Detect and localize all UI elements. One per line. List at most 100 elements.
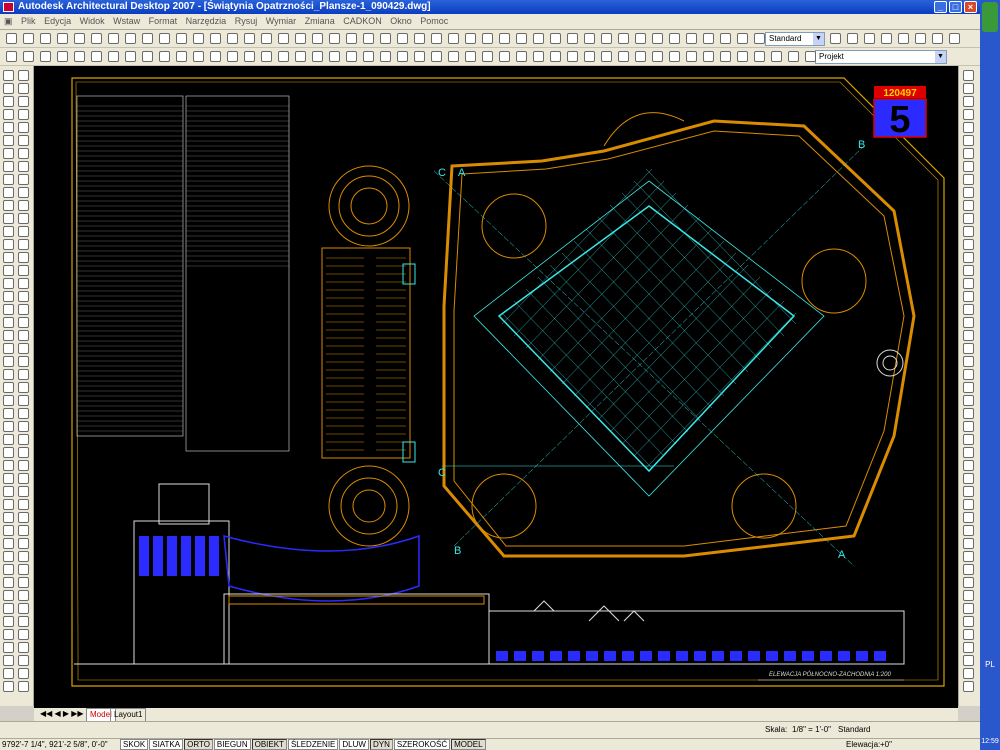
lefttool-tool-button[interactable] [3,356,14,367]
righttool-tool-button[interactable] [963,278,974,289]
tb1-tool-button[interactable] [176,33,187,44]
righttool-tool-button[interactable] [963,460,974,471]
lefttool-tool-button[interactable] [3,499,14,510]
lefttool-tool-button[interactable] [18,551,29,562]
elevation-value[interactable]: +0" [880,739,892,750]
tb2-tool-button[interactable] [91,51,102,62]
lefttool-tool-button[interactable] [3,109,14,120]
lefttool-tool-button[interactable] [18,161,29,172]
tb2-tool-button[interactable] [176,51,187,62]
righttool-tool-button[interactable] [963,252,974,263]
tb1-tool-button[interactable] [74,33,85,44]
tb1-tool-button[interactable] [533,33,544,44]
lefttool-tool-button[interactable] [3,148,14,159]
lefttool-tool-button[interactable] [18,421,29,432]
righttool-tool-button[interactable] [963,603,974,614]
annotation-scale-value[interactable]: 1/8" = 1'-0" [792,725,831,734]
lefttool-tool-button[interactable] [18,226,29,237]
close-button[interactable]: × [964,1,977,13]
tb1-tool-button[interactable] [278,33,289,44]
lefttool-tool-button[interactable] [18,135,29,146]
menu-edycja[interactable]: Edycja [41,14,74,29]
righttool-tool-button[interactable] [963,564,974,575]
lefttool-tool-button[interactable] [18,395,29,406]
lefttool-tool-button[interactable] [3,473,14,484]
tb1-tool-button[interactable] [40,33,51,44]
lefttool-tool-button[interactable] [3,603,14,614]
lefttool-tool-button[interactable] [18,96,29,107]
lefttool-tool-button[interactable] [3,395,14,406]
lefttool-tool-button[interactable] [18,330,29,341]
menu-format[interactable]: Format [146,14,181,29]
tb1-tool-button[interactable] [482,33,493,44]
toggle-dluw[interactable]: DLUW [339,739,369,750]
tb2-tool-button[interactable] [142,51,153,62]
righttool-tool-button[interactable] [963,551,974,562]
tb1-tool-button[interactable] [635,33,646,44]
righttool-tool-button[interactable] [963,265,974,276]
lefttool-tool-button[interactable] [18,525,29,536]
lefttool-tool-button[interactable] [18,369,29,380]
lefttool-tool-button[interactable] [18,668,29,679]
tb2-tool-button[interactable] [23,51,34,62]
tb1-tool-button[interactable] [397,33,408,44]
lefttool-tool-button[interactable] [3,460,14,471]
lefttool-tool-button[interactable] [3,590,14,601]
righttool-tool-button[interactable] [963,369,974,380]
tb1-tool-button[interactable] [261,33,272,44]
tb2-tool-button[interactable] [448,51,459,62]
lefttool-tool-button[interactable] [3,681,14,692]
tb1-tool-button[interactable] [601,33,612,44]
tb2-tool-button[interactable] [618,51,629,62]
tb2-tool-button[interactable] [771,51,782,62]
righttool-tool-button[interactable] [963,330,974,341]
lefttool-tool-button[interactable] [3,161,14,172]
lefttool-tool-button[interactable] [18,70,29,81]
start-button[interactable] [982,2,998,32]
tb1-tool-button[interactable] [703,33,714,44]
tb2-tool-button[interactable] [703,51,714,62]
righttool-tool-button[interactable] [963,525,974,536]
tb1-tool-button[interactable] [108,33,119,44]
lefttool-tool-button[interactable] [18,447,29,458]
tb2-tool-button[interactable] [40,51,51,62]
lefttool-tool-button[interactable] [3,304,14,315]
tb1-tool-button[interactable] [686,33,697,44]
righttool-tool-button[interactable] [963,395,974,406]
tb2-tool-button[interactable] [737,51,748,62]
menu-narzedzia[interactable]: Narzędzia [183,14,230,29]
righttool-tool-button[interactable] [963,161,974,172]
righttool-tool-button[interactable] [963,577,974,588]
lefttool-tool-button[interactable] [3,369,14,380]
righttool-tool-button[interactable] [963,629,974,640]
tb1-tool-button[interactable] [244,33,255,44]
tb2-tool-button[interactable] [601,51,612,62]
lefttool-tool-button[interactable] [18,122,29,133]
lefttool-tool-button[interactable] [18,252,29,263]
righttool-tool-button[interactable] [963,538,974,549]
righttool-tool-button[interactable] [963,421,974,432]
lefttool-tool-button[interactable] [18,408,29,419]
lefttool-tool-button[interactable] [18,174,29,185]
righttool-tool-button[interactable] [963,343,974,354]
menu-okno[interactable]: Okno [387,14,415,29]
tab-scroll-arrows[interactable]: ◀◀ ◀ ▶ ▶▶ [40,708,84,720]
tb2-tool-button[interactable] [584,51,595,62]
righttool-tool-button[interactable] [963,473,974,484]
righttool-tool-button[interactable] [963,213,974,224]
menu-plik[interactable]: Plik [18,14,39,29]
lefttool-tool-button[interactable] [3,629,14,640]
tb2-tool-button[interactable] [227,51,238,62]
lefttool-tool-button[interactable] [3,317,14,328]
righttool-tool-button[interactable] [963,291,974,302]
toggle-orto[interactable]: ORTO [184,739,213,750]
command-line[interactable]: Skala: 1/8" = 1'-0" Standard [0,721,980,738]
lefttool-tool-button[interactable] [3,668,14,679]
menu-zmiana[interactable]: Zmiana [302,14,338,29]
lefttool-tool-button[interactable] [3,278,14,289]
lefttool-tool-button[interactable] [18,590,29,601]
lefttool-tool-button[interactable] [18,239,29,250]
tb2-tool-button[interactable] [754,51,765,62]
lefttool-tool-button[interactable] [18,603,29,614]
lefttool-tool-button[interactable] [3,343,14,354]
